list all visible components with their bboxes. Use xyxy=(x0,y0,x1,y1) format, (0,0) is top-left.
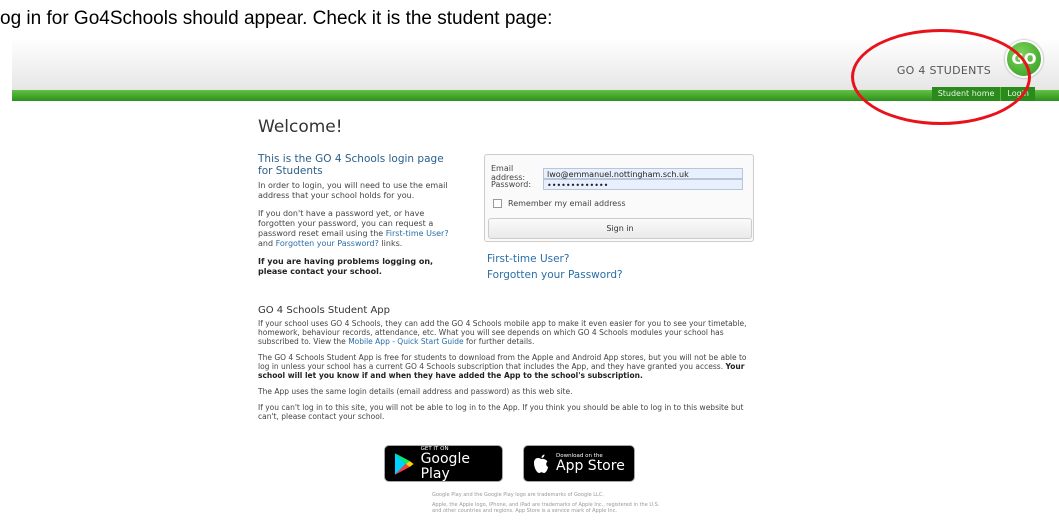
first-time-inline-link[interactable]: First-time User? xyxy=(386,229,449,238)
forgotten-password-link[interactable]: Forgotten your Password? xyxy=(487,269,623,281)
intro-text-2-mid: and xyxy=(258,239,276,248)
apple-icon xyxy=(534,454,548,473)
email-field[interactable]: lwo@emmanuel.nottingham.sch.uk xyxy=(543,167,743,179)
student-app-section: GO 4 Schools Student App If your school … xyxy=(258,306,754,428)
intro-heading: This is the GO 4 Schools login page for … xyxy=(258,153,444,177)
remember-checkbox[interactable] xyxy=(493,199,502,208)
google-play-badge[interactable]: GET IT ON Google Play xyxy=(384,445,503,482)
app-store-text: Download on the App Store xyxy=(556,453,625,474)
highlight-ring-annotation xyxy=(851,29,1031,125)
page-title: Welcome! xyxy=(258,117,343,137)
google-play-big: Google Play xyxy=(420,450,470,482)
app-store-big: App Store xyxy=(556,458,625,474)
remember-label: Remember my email address xyxy=(508,199,626,208)
app-heading: GO 4 Schools Student App xyxy=(258,305,391,316)
remember-row: Remember my email address xyxy=(493,199,626,208)
intro-column: This is the GO 4 Schools login page for … xyxy=(258,153,458,285)
apple-trademark-note: Apple, the Apple logo, iPhone, and iPad … xyxy=(432,502,660,514)
instruction-caption: og in for Go4Schools should appear. Chec… xyxy=(0,8,553,29)
sign-in-button[interactable]: Sign in xyxy=(488,218,752,239)
intro-text-2: If you don't have a password yet, or hav… xyxy=(258,209,458,249)
app-text-1: If your school uses GO 4 Schools, they c… xyxy=(258,319,754,346)
intro-text-2-post: links. xyxy=(378,239,403,248)
app-text-1-post: for further details. xyxy=(463,337,535,346)
app-text-4: If you can't log in to this site, you wi… xyxy=(258,403,744,421)
intro-text-1: In order to login, you will need to use … xyxy=(258,181,448,200)
google-play-text: GET IT ON Google Play xyxy=(421,446,502,482)
forgotten-inline-link[interactable]: Forgotten your Password? xyxy=(276,239,379,248)
app-text-2-pre: The GO 4 Schools Student App is free for… xyxy=(258,353,747,371)
login-form: Email address: lwo@emmanuel.nottingham.s… xyxy=(484,154,754,242)
quick-start-guide-link[interactable]: Mobile App - Quick Start Guide xyxy=(348,337,463,346)
problems-notice: If you are having problems logging on, p… xyxy=(258,257,434,276)
password-label: Password: xyxy=(491,180,532,189)
app-text-3: The App uses the same login details (ema… xyxy=(258,387,573,396)
app-text-2: The GO 4 Schools Student App is free for… xyxy=(258,353,754,380)
first-time-user-link[interactable]: First-time User? xyxy=(487,253,569,265)
password-field[interactable]: ••••••••••••• xyxy=(543,179,743,190)
password-row: Password: ••••••••••••• xyxy=(491,179,743,190)
google-trademark-note: Google Play and the Google Play logo are… xyxy=(432,492,604,498)
app-store-badge[interactable]: Download on the App Store xyxy=(523,445,635,482)
google-play-icon xyxy=(394,452,414,475)
